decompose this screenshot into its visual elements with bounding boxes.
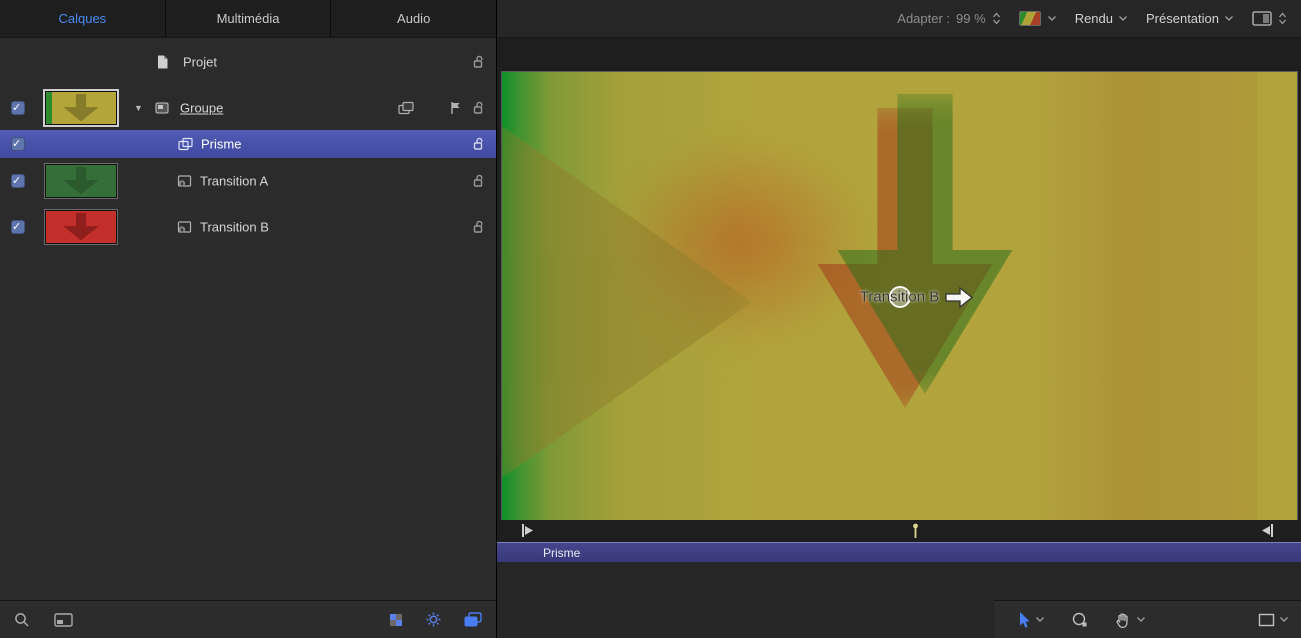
motion-app-window: Calques Multimédia Audio Projet ✓ ▼: [0, 0, 1301, 638]
in-point-marker[interactable]: [521, 523, 534, 543]
lock-open-icon[interactable]: [472, 101, 484, 115]
group-media-icon[interactable]: [398, 102, 414, 115]
disclosure-triangle-icon[interactable]: ▼: [134, 103, 143, 113]
group-checkbox[interactable]: ✓: [11, 101, 25, 115]
project-label: Projet: [183, 55, 217, 70]
rendu-menu[interactable]: Rendu: [1075, 11, 1128, 26]
timeline-bar-label: Prisme: [497, 546, 580, 560]
pan-hand-tool-icon[interactable]: [1114, 611, 1132, 629]
channel-view-dropdown[interactable]: [1019, 11, 1057, 26]
transition-direction-arrow[interactable]: [944, 284, 975, 316]
transition-a-checkbox[interactable]: ✓: [11, 174, 25, 188]
transition-a-thumbnail[interactable]: [45, 164, 117, 198]
layer-row-transition-a[interactable]: ✓ Transition A: [0, 158, 496, 204]
transition-overlay-label: Transition B: [860, 289, 939, 306]
chevron-down-icon: [1047, 15, 1057, 22]
shape-rectangle-tool-icon[interactable]: [1258, 613, 1275, 627]
layer-row-project[interactable]: Projet: [0, 38, 496, 86]
layers-panel-toolbar: [0, 600, 497, 638]
prisme-label: Prisme: [201, 137, 241, 152]
chevron-down-icon[interactable]: [1035, 616, 1045, 623]
flag-icon[interactable]: [450, 101, 461, 115]
zoom-control[interactable]: Adapter : 99 %: [897, 11, 1000, 26]
tab-calques[interactable]: Calques: [0, 0, 166, 37]
lock-open-icon[interactable]: [472, 220, 484, 234]
lock-open-icon[interactable]: [472, 137, 484, 151]
lock-open-icon[interactable]: [472, 55, 484, 69]
display-layout-control[interactable]: [1252, 11, 1287, 26]
group-icon: [155, 102, 169, 114]
canvas-right-band: [1037, 72, 1257, 522]
display-window-icon: [1252, 11, 1272, 26]
canvas-top-toolbar: Adapter : 99 % Rendu Présentation: [497, 0, 1301, 38]
chevron-down-icon: [1118, 15, 1128, 22]
search-icon[interactable]: [14, 612, 30, 628]
color-thumbnail-icon: [1019, 11, 1041, 26]
canvas-tools-toolbar: T: [994, 600, 1301, 638]
transition-b-checkbox[interactable]: ✓: [11, 220, 25, 234]
out-point-marker[interactable]: [1261, 523, 1274, 543]
chevron-down-icon[interactable]: [1279, 616, 1289, 623]
mini-timeline-ruler[interactable]: [497, 520, 1301, 542]
layer-row-transition-b[interactable]: ✓ Transition B: [0, 204, 496, 250]
transition-a-label: Transition A: [200, 174, 268, 189]
adapter-label: Adapter :: [897, 11, 950, 26]
stepper-icon[interactable]: [1278, 11, 1287, 26]
canvas-stage: Transition B: [497, 38, 1301, 558]
transparency-checker-icon[interactable]: [389, 613, 403, 627]
chevron-down-icon: [1224, 15, 1234, 22]
layer-row-prisme[interactable]: ✓ Prisme: [0, 130, 496, 158]
presentation-label: Présentation: [1146, 11, 1219, 26]
rendu-label: Rendu: [1075, 11, 1113, 26]
tab-multimedia[interactable]: Multimédia: [166, 0, 332, 37]
canvas-area: Adapter : 99 % Rendu Présentation: [497, 0, 1301, 638]
media-layer-icon: [177, 175, 192, 188]
transition-effect-icon: [178, 138, 193, 151]
render-settings-gear-icon[interactable]: [425, 611, 442, 628]
zoom-value: 99 %: [956, 11, 986, 26]
show-layers-icon[interactable]: [464, 612, 482, 627]
group-thumbnail[interactable]: [45, 91, 117, 125]
layers-list: Projet ✓ ▼ Groupe: [0, 38, 497, 600]
adjust-tool-icon[interactable]: [1071, 611, 1088, 628]
canvas-viewport[interactable]: Transition B: [502, 72, 1297, 522]
playhead-marker[interactable]: [911, 523, 920, 544]
chevron-down-icon[interactable]: [1136, 616, 1146, 623]
transition-b-label: Transition B: [200, 220, 269, 235]
document-icon: [156, 55, 169, 70]
stepper-icon[interactable]: [992, 11, 1001, 26]
mini-window-icon[interactable]: [54, 613, 73, 627]
mini-timeline-bar[interactable]: Prisme: [497, 542, 1301, 562]
group-label[interactable]: Groupe: [180, 101, 223, 116]
presentation-menu[interactable]: Présentation: [1146, 11, 1234, 26]
left-panel-tabbar: Calques Multimédia Audio: [0, 0, 497, 38]
prisme-checkbox[interactable]: ✓: [11, 137, 25, 151]
media-layer-icon: [177, 221, 192, 234]
transition-b-thumbnail[interactable]: [45, 210, 117, 244]
select-tool-icon[interactable]: [1016, 611, 1031, 629]
layer-row-group[interactable]: ✓ ▼ Groupe: [0, 86, 496, 130]
lock-open-icon[interactable]: [472, 174, 484, 188]
tab-audio[interactable]: Audio: [331, 0, 496, 37]
